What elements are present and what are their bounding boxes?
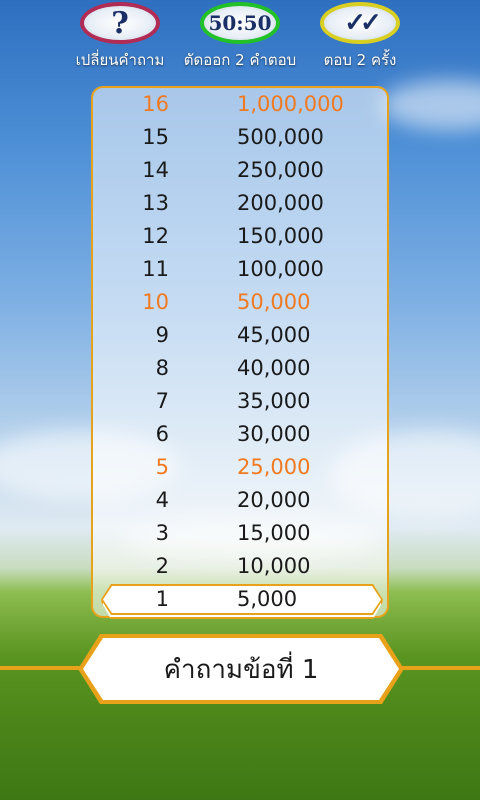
prize-ladder-row: 15 500,000 [93, 122, 391, 155]
prize-amount: 1,000,000 [237, 92, 344, 116]
lifeline-double-answer[interactable]: ✓✓ ตอบ 2 ครั้ง [295, 2, 425, 76]
prize-level-number: 4 [155, 488, 169, 512]
prize-level-number: 8 [155, 356, 169, 380]
prize-ladder-row: 10 50,000 [93, 287, 391, 320]
prize-level-number: 2 [155, 554, 169, 578]
prize-ladder-row: 5 25,000 [93, 452, 391, 485]
prize-level-number: 10 [142, 290, 169, 314]
prize-amount: 100,000 [237, 257, 324, 281]
prize-level-number: 16 [142, 92, 169, 116]
prize-level-number: 14 [142, 158, 169, 182]
lifeline-label: เปลี่ยนคำถาม [75, 51, 165, 69]
prize-ladder-row: 6 30,000 [93, 419, 391, 452]
prize-level-number: 9 [155, 323, 169, 347]
prize-amount: 20,000 [237, 488, 311, 512]
prize-amount: 5,000 [237, 587, 298, 611]
prize-level-number: 15 [142, 125, 169, 149]
prize-amount: 200,000 [237, 191, 324, 215]
prize-ladder-row: 12 150,000 [93, 221, 391, 254]
prize-level-number: 5 [155, 455, 169, 479]
prize-level-number: 13 [142, 191, 169, 215]
prize-ladder-row: 2 10,000 [93, 551, 391, 584]
prize-ladder-row: 3 15,000 [93, 518, 391, 551]
double-check-icon: ✓✓ [320, 2, 400, 44]
prize-level-number: 12 [142, 224, 169, 248]
prize-ladder-row: 4 20,000 [93, 485, 391, 518]
prize-amount: 25,000 [237, 455, 311, 479]
prize-ladder-row: 9 45,000 [93, 320, 391, 353]
prize-level-number: 1 [155, 587, 169, 611]
prize-level-number: 6 [155, 422, 169, 446]
prize-amount: 45,000 [237, 323, 311, 347]
prize-amount: 150,000 [237, 224, 324, 248]
prize-ladder-row: 11 100,000 [93, 254, 391, 287]
prize-level-number: 7 [155, 389, 169, 413]
prize-ladder-row: 7 35,000 [93, 386, 391, 419]
lifeline-change-question[interactable]: ? เปลี่ยนคำถาม [55, 2, 185, 76]
prize-amount: 15,000 [237, 521, 311, 545]
fifty-fifty-icon: 50:50 [200, 2, 280, 44]
prize-amount: 250,000 [237, 158, 324, 182]
prize-amount: 10,000 [237, 554, 311, 578]
prize-level-number: 3 [155, 521, 169, 545]
lifeline-label: ตอบ 2 ครั้ง [323, 51, 397, 69]
prize-amount: 40,000 [237, 356, 311, 380]
prize-ladder-row-current: 1 5,000 [93, 584, 391, 617]
prize-amount: 30,000 [237, 422, 311, 446]
prize-ladder-row: 14 250,000 [93, 155, 391, 188]
prize-amount: 500,000 [237, 125, 324, 149]
prize-amount: 35,000 [237, 389, 311, 413]
prize-level-number: 11 [142, 257, 169, 281]
prize-ladder-row: 16 1,000,000 [93, 89, 391, 122]
lifeline-fifty-fifty[interactable]: 50:50 ตัดออก 2 คำตอบ [175, 2, 305, 76]
lifeline-bar: ? เปลี่ยนคำถาม 50:50 ตัดออก 2 คำตอบ ✓✓ ต… [0, 0, 480, 76]
prize-ladder: 16 1,000,000 15 500,000 14 250,000 13 200,000 12… [91, 86, 389, 618]
prize-ladder-row: 8 40,000 [93, 353, 391, 386]
prize-amount: 50,000 [237, 290, 311, 314]
question-number-label: คำถามข้อที่ 1 [163, 654, 319, 685]
question-mark-icon: ? [80, 2, 160, 44]
prize-ladder-row: 13 200,000 [93, 188, 391, 221]
question-banner[interactable]: คำถามข้อที่ 1 [83, 638, 399, 700]
lifeline-label: ตัดออก 2 คำตอบ [183, 51, 297, 69]
